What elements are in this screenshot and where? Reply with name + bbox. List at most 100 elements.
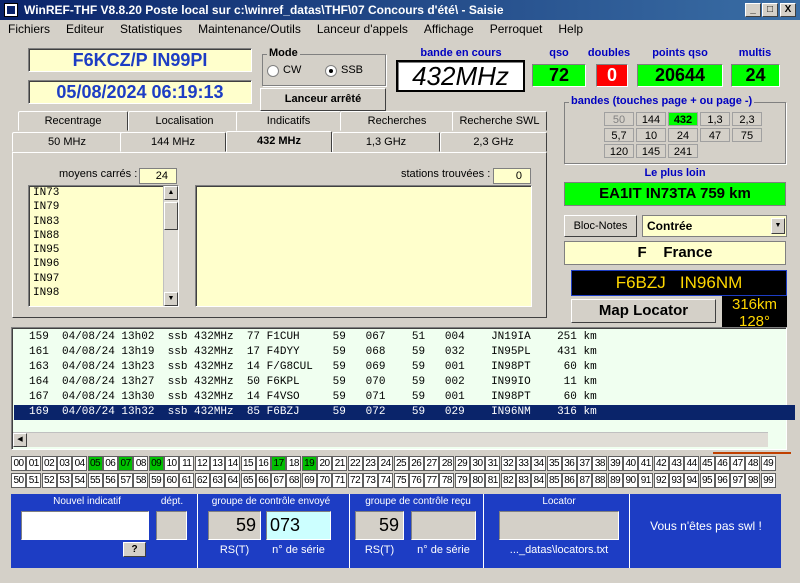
serial-cell-74[interactable]: 74	[378, 473, 394, 488]
chevron-down-icon[interactable]: ▼	[771, 218, 785, 234]
serial-cell-61[interactable]: 61	[179, 473, 195, 488]
serial-cell-69[interactable]: 69	[301, 473, 317, 488]
serial-cell-62[interactable]: 62	[194, 473, 210, 488]
serial-cell-31[interactable]: 31	[485, 456, 501, 471]
serial-cell-72[interactable]: 72	[347, 473, 363, 488]
callsign-input[interactable]	[21, 511, 149, 540]
serial-cell-01[interactable]: 01	[26, 456, 42, 471]
serial-cell-11[interactable]: 11	[179, 456, 195, 471]
tab-144-mhz[interactable]: 144 MHz	[120, 132, 226, 152]
square-item[interactable]: IN79	[33, 200, 178, 214]
menu-fichiers[interactable]: Fichiers	[8, 22, 50, 36]
serial-cell-07[interactable]: 07	[118, 456, 134, 471]
serial-cell-96[interactable]: 96	[714, 473, 730, 488]
serial-cell-67[interactable]: 67	[271, 473, 287, 488]
serial-cell-51[interactable]: 51	[26, 473, 42, 488]
serial-cell-94[interactable]: 94	[684, 473, 700, 488]
serial-cell-54[interactable]: 54	[72, 473, 88, 488]
app-icon[interactable]	[4, 3, 18, 17]
serial-cell-59[interactable]: 59	[148, 473, 164, 488]
square-item[interactable]: IN73	[33, 186, 178, 200]
serial-cell-43[interactable]: 43	[668, 456, 684, 471]
squares-scrollbar[interactable]: ▲ ▼	[163, 186, 178, 306]
serial-cell-58[interactable]: 58	[133, 473, 149, 488]
menu-help[interactable]: Help	[558, 22, 583, 36]
scroll-thumb[interactable]	[164, 202, 178, 230]
log-row[interactable]: 167 04/08/24 13h30 ssb 432MHz 14 F4VSO 5…	[14, 390, 795, 405]
serial-cell-23[interactable]: 23	[362, 456, 378, 471]
serial-cell-13[interactable]: 13	[209, 456, 225, 471]
serial-cell-40[interactable]: 40	[623, 456, 638, 471]
scroll-down-icon[interactable]: ▼	[164, 292, 178, 306]
help-button[interactable]: ?	[123, 542, 146, 557]
serial-cell-79[interactable]: 79	[454, 473, 470, 488]
band-1-3[interactable]: 1,3	[700, 112, 730, 126]
serial-cell-29[interactable]: 29	[454, 456, 470, 471]
scroll-up-icon[interactable]: ▲	[164, 186, 178, 200]
serial-cell-34[interactable]: 34	[531, 456, 547, 471]
serial-cell-49[interactable]: 49	[760, 456, 776, 471]
square-item[interactable]: IN98	[33, 286, 178, 300]
menu-perroquet[interactable]: Perroquet	[490, 22, 543, 36]
tab-2-3-ghz[interactable]: 2,3 GHz	[440, 132, 547, 152]
serial-cell-22[interactable]: 22	[347, 456, 363, 471]
maximize-button[interactable]: □	[762, 3, 778, 17]
tab-432-mhz[interactable]: 432 MHz	[226, 131, 332, 153]
tab-recherches[interactable]: Recherches	[340, 111, 454, 131]
serial-cell-24[interactable]: 24	[378, 456, 394, 471]
band-241[interactable]: 241	[668, 144, 698, 158]
serial-cell-60[interactable]: 60	[164, 473, 179, 488]
band-75[interactable]: 75	[732, 128, 762, 142]
log-row[interactable]: 159 04/08/24 13h02 ssb 432MHz 77 F1CUH 5…	[14, 330, 795, 345]
square-item[interactable]: IN95	[33, 243, 178, 257]
serial-cell-92[interactable]: 92	[653, 473, 669, 488]
serial-cell-50[interactable]: 50	[11, 473, 26, 488]
serial-cell-10[interactable]: 10	[164, 456, 179, 471]
serial-cell-80[interactable]: 80	[470, 473, 485, 488]
serial-cell-78[interactable]: 78	[439, 473, 455, 488]
serial-cell-39[interactable]: 39	[607, 456, 623, 471]
serial-cell-77[interactable]: 77	[424, 473, 440, 488]
serial-cell-68[interactable]: 68	[286, 473, 302, 488]
serial-cell-06[interactable]: 06	[102, 456, 118, 471]
serial-cell-37[interactable]: 37	[577, 456, 593, 471]
serial-cell-35[interactable]: 35	[546, 456, 562, 471]
serial-cell-87[interactable]: 87	[577, 473, 593, 488]
serial-cell-20[interactable]: 20	[317, 456, 332, 471]
serial-cell-17[interactable]: 17	[271, 456, 287, 471]
serial-cell-00[interactable]: 00	[11, 456, 26, 471]
tab-indicatifs[interactable]: Indicatifs	[236, 111, 341, 131]
serial-cell-16[interactable]: 16	[255, 456, 271, 471]
ssb-radio[interactable]	[325, 65, 337, 77]
band-120[interactable]: 120	[604, 144, 634, 158]
serial-cell-32[interactable]: 32	[500, 456, 516, 471]
close-button[interactable]: X	[780, 3, 796, 17]
band-2-3[interactable]: 2,3	[732, 112, 762, 126]
serial-cell-86[interactable]: 86	[561, 473, 577, 488]
serial-cell-42[interactable]: 42	[653, 456, 669, 471]
locator-input[interactable]	[499, 511, 619, 540]
serial-cell-18[interactable]: 18	[286, 456, 302, 471]
serial-cell-33[interactable]: 33	[515, 456, 531, 471]
notes-button[interactable]: Bloc-Notes	[564, 215, 637, 237]
serial-cell-14[interactable]: 14	[225, 456, 241, 471]
serial-cell-05[interactable]: 05	[87, 456, 103, 471]
serial-cell-81[interactable]: 81	[485, 473, 501, 488]
square-item[interactable]: IN96	[33, 257, 178, 271]
tab-recentrage[interactable]: Recentrage	[18, 111, 128, 131]
serial-cell-83[interactable]: 83	[515, 473, 531, 488]
cw-radio[interactable]	[267, 65, 279, 77]
log-row[interactable]: 161 04/08/24 13h19 ssb 432MHz 17 F4DYY 5…	[14, 345, 795, 360]
serial-cell-26[interactable]: 26	[408, 456, 424, 471]
serial-cell-65[interactable]: 65	[240, 473, 256, 488]
scroll-left-icon[interactable]: ◀	[13, 433, 27, 447]
menu-maintenance[interactable]: Maintenance/Outils	[198, 22, 301, 36]
menu-editeur[interactable]: Editeur	[66, 22, 104, 36]
band-24[interactable]: 24	[668, 128, 698, 142]
serial-cell-36[interactable]: 36	[561, 456, 577, 471]
tab-localisation[interactable]: Localisation	[128, 111, 241, 131]
log-row[interactable]: 163 04/08/24 13h23 ssb 432MHz 14 F/G8CUL…	[14, 360, 795, 375]
sent-serial[interactable]: 073	[266, 511, 331, 540]
minimize-button[interactable]: _	[745, 3, 761, 17]
serial-cell-27[interactable]: 27	[424, 456, 440, 471]
